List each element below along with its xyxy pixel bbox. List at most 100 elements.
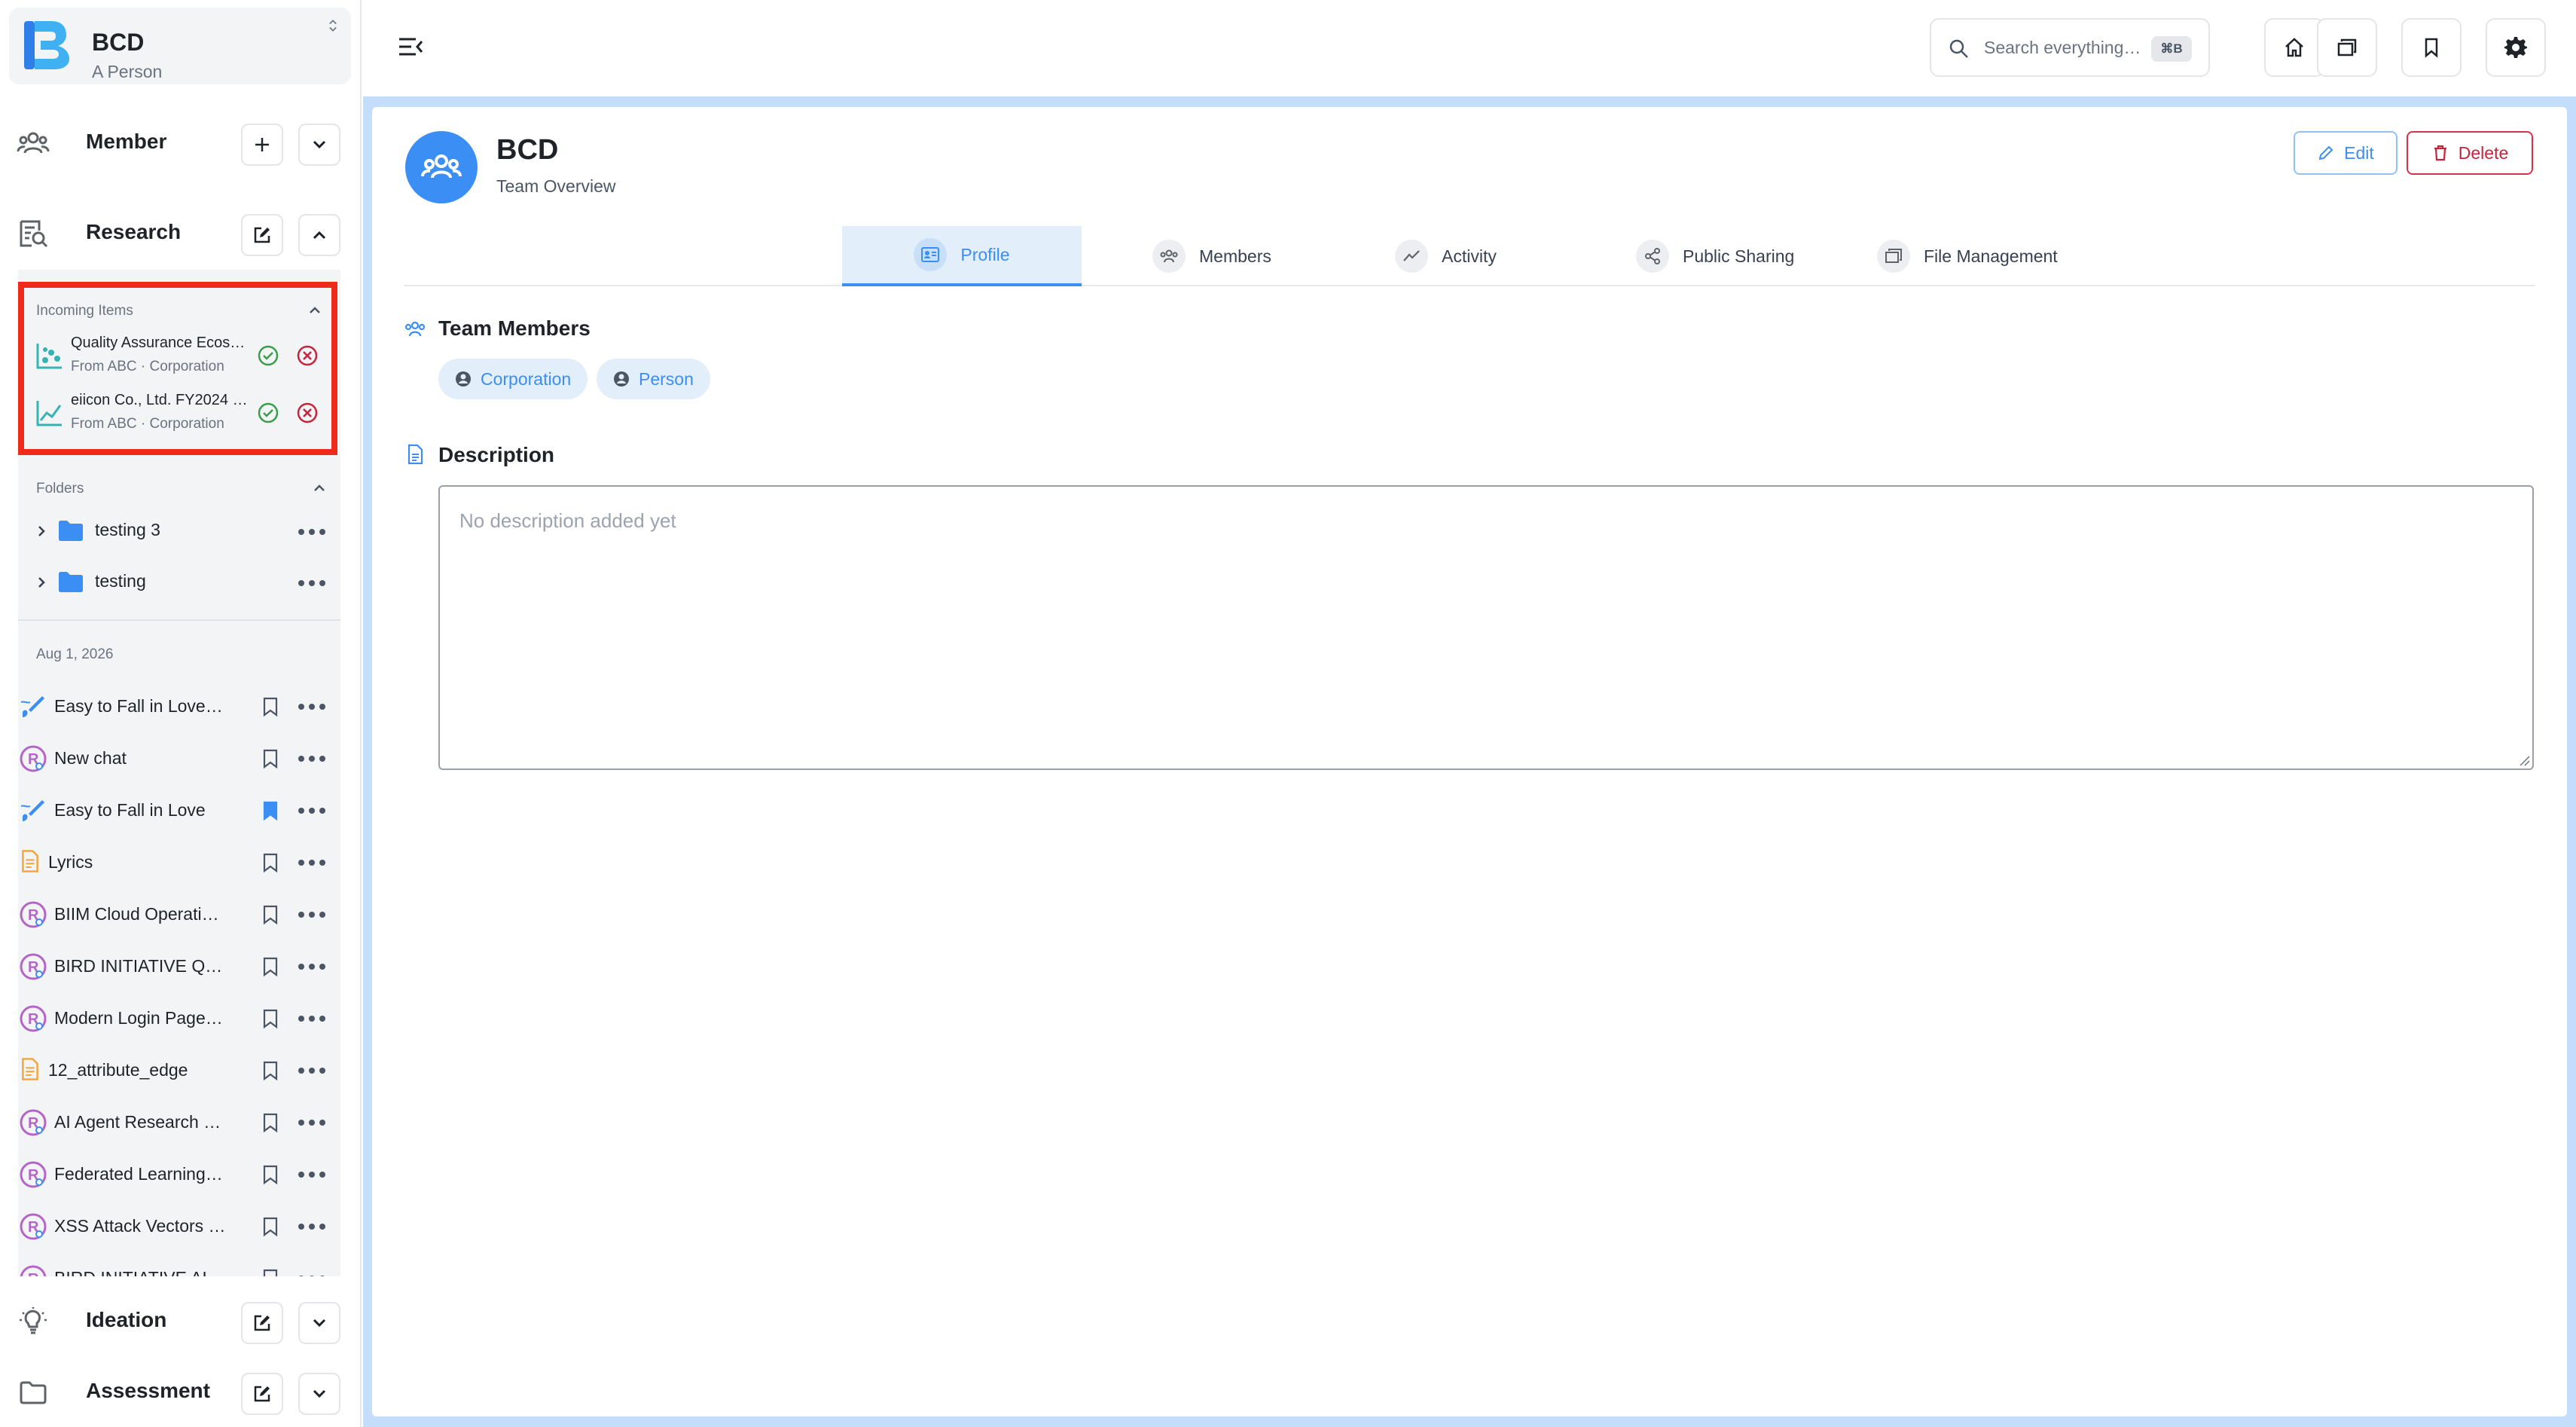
scatter-chart-icon [36,344,62,369]
bookmark-icon[interactable] [261,1060,280,1081]
search-input[interactable]: Search everything… ⌘B [1930,18,2210,77]
more-options-icon[interactable] [298,1222,325,1231]
new-ideation-button[interactable] [241,1302,283,1344]
search-icon [1949,39,1968,58]
history-item[interactable]: Easy to Fall in Love [18,785,340,836]
description-textarea[interactable]: No description added yet [438,485,2534,770]
history-item[interactable]: R AI Agent Research … [18,1097,340,1148]
history-item[interactable]: R BIRD INITIATIVE AI… [18,1253,340,1276]
home-button[interactable] [2264,18,2324,77]
history-item[interactable]: R BIIM Cloud Operati… [18,889,340,940]
delete-button-label: Delete [2458,142,2509,163]
collapse-sidebar-icon[interactable] [396,33,426,60]
expand-ideation-button[interactable] [298,1302,340,1344]
tab-members[interactable]: Members [1152,226,1271,286]
description-placeholder: No description added yet [459,509,676,532]
team-members-title: Team Members [438,316,591,340]
incoming-item-title: eiicon Co., Ltd. FY2024 Report [71,392,249,408]
more-options-icon[interactable] [298,858,325,867]
accept-icon[interactable] [256,401,280,425]
more-options-icon[interactable] [298,1014,325,1023]
incoming-item-title: Quality Assurance Ecosystem [71,335,249,351]
history-item[interactable]: R XSS Attack Vectors … [18,1201,340,1252]
more-options-icon[interactable] [298,1170,325,1179]
collapse-research-button[interactable] [298,214,340,256]
tab-profile[interactable]: Profile [842,226,1082,286]
more-options-icon[interactable] [298,702,325,711]
bookmark-icon[interactable] [261,800,280,821]
more-options-icon[interactable] [298,962,325,971]
research-list-icon [20,220,48,248]
bookmark-icon[interactable] [261,1216,280,1237]
top-bar: Search everything… ⌘B [363,0,2576,96]
bookmark-icon[interactable] [261,696,280,717]
chevron-right-icon[interactable] [33,523,50,539]
section-ideation[interactable]: Ideation [0,1291,362,1352]
workspace-switcher[interactable]: BCD A Person [9,8,351,84]
bookmark-icon[interactable] [261,1164,280,1185]
chevron-right-icon[interactable] [33,574,50,591]
more-options-icon[interactable] [298,1118,325,1127]
line-chart-icon [36,401,62,426]
member-chip[interactable]: Person [597,359,710,399]
chevron-down-icon [313,1389,326,1398]
history-item[interactable]: R New chat [18,733,340,784]
bookmark-icon[interactable] [261,956,280,977]
folder-item[interactable]: testing 3 [18,509,340,555]
member-chip[interactable]: Corporation [438,359,588,399]
edit-button[interactable]: Edit [2294,131,2397,175]
bookmarks-button[interactable] [2401,18,2462,77]
folder-item[interactable]: testing [18,561,340,606]
bookmark-icon[interactable] [261,1008,280,1029]
expand-member-button[interactable] [298,124,340,166]
accept-icon[interactable] [256,344,280,368]
reject-icon[interactable] [295,344,319,368]
chevron-up-icon[interactable] [310,479,328,497]
history-item[interactable]: Easy to Fall in Love… [18,681,340,732]
incoming-item[interactable]: Quality Assurance Ecosystem From ABC · C… [35,333,328,386]
bookmark-icon[interactable] [261,904,280,925]
tab-label: Members [1199,246,1271,266]
incoming-item[interactable]: eiicon Co., Ltd. FY2024 Report From ABC … [35,390,328,443]
expand-assessment-button[interactable] [298,1373,340,1415]
tab-public-sharing[interactable]: Public Sharing [1636,226,1794,286]
more-options-icon[interactable] [298,754,325,763]
delete-button[interactable]: Delete [2407,131,2533,175]
new-assessment-button[interactable] [241,1373,283,1415]
history-item[interactable]: R Modern Login Page… [18,993,340,1044]
history-item[interactable]: R BIRD INITIATIVE Q… [18,941,340,992]
more-options-icon[interactable] [298,579,325,588]
section-research[interactable]: Research [0,203,362,264]
more-options-icon[interactable] [298,806,325,815]
new-research-button[interactable] [241,214,283,256]
reject-icon[interactable] [295,401,319,425]
group-icon [421,154,462,179]
section-member[interactable]: Member [0,113,362,173]
document-icon [407,444,423,465]
bookmark-icon[interactable] [261,852,280,873]
section-assessment[interactable]: Assessment [0,1362,362,1422]
history-item[interactable]: R Federated Learning… [18,1149,340,1200]
more-options-icon[interactable] [298,910,325,919]
home-icon [2285,38,2303,57]
edit-button-label: Edit [2344,142,2374,163]
files-button[interactable] [2317,18,2377,77]
history-item[interactable]: Lyrics [18,837,340,888]
more-options-icon[interactable] [298,1066,325,1075]
more-options-icon[interactable] [298,1274,325,1276]
settings-button[interactable] [2486,18,2546,77]
history-item-label: Lyrics [48,852,93,872]
tab-activity[interactable]: Activity [1395,226,1497,286]
expand-collapse-icon[interactable] [324,18,342,36]
history-item-label: XSS Attack Vectors … [54,1216,226,1236]
resize-handle-icon[interactable] [2517,753,2531,767]
add-member-button[interactable] [241,124,283,166]
bookmark-icon[interactable] [261,748,280,769]
bookmark-icon[interactable] [261,1112,280,1133]
chevron-up-icon[interactable] [306,301,324,319]
more-options-icon[interactable] [298,527,325,536]
bookmark-icon[interactable] [261,1268,280,1276]
chip-label: Person [639,368,694,389]
tab-file-management[interactable]: File Management [1877,226,2058,286]
history-item[interactable]: 12_attribute_edge [18,1045,340,1096]
